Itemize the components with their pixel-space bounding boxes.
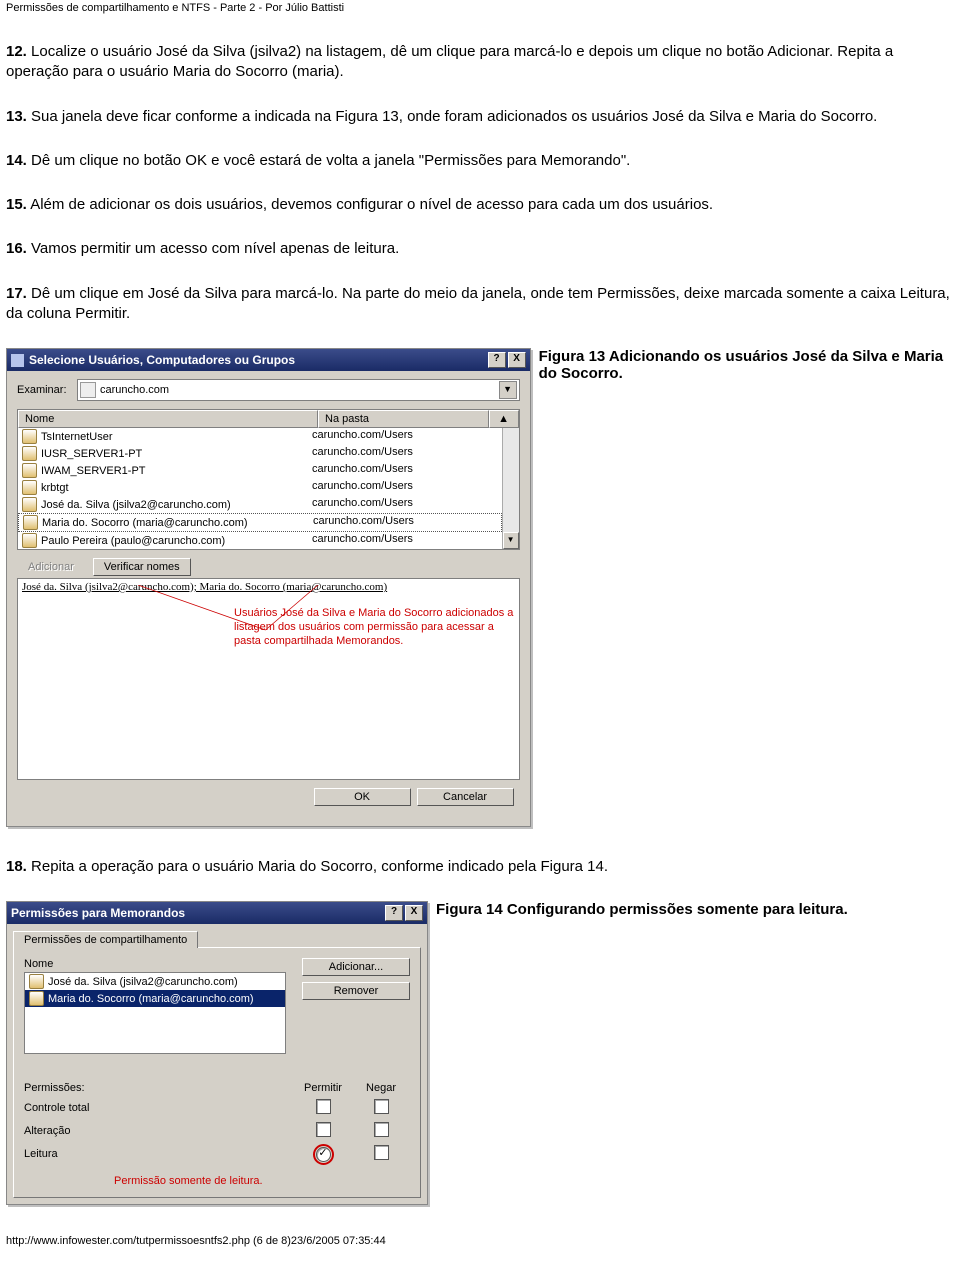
domain-icon xyxy=(80,382,96,398)
permissions-grid: Permissões: Permitir Negar Controle tota… xyxy=(24,1082,410,1163)
annotation-text: Permissão somente de leitura. xyxy=(114,1175,410,1187)
titlebar[interactable]: Permissões para Memorandos ? X xyxy=(7,902,427,924)
examinar-combo[interactable]: caruncho.com ▼ xyxy=(77,379,520,401)
deny-checkbox[interactable] xyxy=(374,1099,389,1114)
scroll-up-button[interactable]: ▲ xyxy=(489,410,519,428)
annotation-text: Usuários José da Silva e Maria do Socorr… xyxy=(234,607,519,648)
list-item[interactable]: José da. Silva (jsilva2@caruncho.com) xyxy=(25,973,285,990)
tab-share-permissions[interactable]: Permissões de compartilhamento xyxy=(13,931,198,948)
perm-row: Controle total xyxy=(24,1099,410,1117)
scroll-down-button[interactable]: ▼ xyxy=(503,532,519,549)
page-header: Permissões de compartilhamento e NTFS - … xyxy=(6,2,954,14)
col-nome: Nome xyxy=(24,958,286,970)
cancel-button[interactable]: Cancelar xyxy=(417,788,514,806)
examinar-label: Examinar: xyxy=(17,384,77,396)
help-button[interactable]: ? xyxy=(385,905,403,921)
permit-checkbox[interactable] xyxy=(316,1099,331,1114)
deny-checkbox[interactable] xyxy=(374,1122,389,1137)
selected-names-input[interactable]: José da. Silva (jsilva2@caruncho.com); M… xyxy=(18,579,519,595)
negar-header: Negar xyxy=(352,1082,410,1094)
examinar-value: caruncho.com xyxy=(100,384,499,396)
figure-13-caption: Figura 13 Adicionando os usuários José d… xyxy=(539,348,954,382)
adicionar-button: Adicionar xyxy=(17,558,85,576)
step-13: 13. Sua janela deve ficar conforme a ind… xyxy=(6,107,954,127)
chevron-down-icon[interactable]: ▼ xyxy=(499,381,517,399)
user-icon xyxy=(22,446,37,461)
dialog-title: Permissões para Memorandos xyxy=(11,906,185,920)
col-napasta[interactable]: Na pasta xyxy=(318,410,489,428)
user-icon xyxy=(29,991,44,1006)
list-item[interactable]: TsInternetUsercaruncho.com/Users xyxy=(18,428,502,445)
step-18: 18. Repita a operação para o usuário Mar… xyxy=(6,857,954,877)
perm-row: Leitura✓ xyxy=(24,1145,410,1163)
list-item[interactable]: Paulo Pereira (paulo@caruncho.com)carunc… xyxy=(18,532,502,549)
step-12: 12. Localize o usuário José da Silva (js… xyxy=(6,42,954,83)
user-icon xyxy=(22,533,37,548)
step-16: 16. Vamos permitir um acesso com nível a… xyxy=(6,239,954,259)
close-button[interactable]: X xyxy=(405,905,423,921)
dialog-select-users: Selecione Usuários, Computadores ou Grup… xyxy=(6,348,531,827)
perm-row: Alteração xyxy=(24,1122,410,1140)
step-17: 17. Dê um clique em José da Silva para m… xyxy=(6,284,954,325)
user-icon xyxy=(23,515,38,530)
list-item[interactable]: krbtgtcaruncho.com/Users xyxy=(18,479,502,496)
close-button[interactable]: X xyxy=(508,352,526,368)
permit-checkbox[interactable]: ✓ xyxy=(316,1147,331,1162)
remover-button[interactable]: Remover xyxy=(302,982,410,1000)
step-14: 14. Dê um clique no botão OK e você esta… xyxy=(6,151,954,171)
figure-14-caption: Figura 14 Configurando permissões soment… xyxy=(436,901,848,918)
list-item[interactable]: José da. Silva (jsilva2@caruncho.com)car… xyxy=(18,496,502,513)
user-icon xyxy=(22,429,37,444)
dialog-title: Selecione Usuários, Computadores ou Grup… xyxy=(29,353,295,367)
list-item[interactable]: Maria do. Socorro (maria@caruncho.com) xyxy=(25,990,285,1007)
user-icon xyxy=(29,974,44,989)
ok-button[interactable]: OK xyxy=(314,788,411,806)
col-nome[interactable]: Nome xyxy=(18,410,318,428)
titlebar[interactable]: Selecione Usuários, Computadores ou Grup… xyxy=(7,349,530,371)
verificar-nomes-button[interactable]: Verificar nomes xyxy=(93,558,191,576)
dialog-icon xyxy=(11,354,24,367)
adicionar-button[interactable]: Adicionar... xyxy=(302,958,410,976)
permitir-header: Permitir xyxy=(294,1082,352,1094)
user-listview[interactable]: Nome Na pasta ▲ TsInternetUsercaruncho.c… xyxy=(17,409,520,550)
page-footer: http://www.infowester.com/tutpermissoesn… xyxy=(6,1235,954,1247)
user-icon xyxy=(22,497,37,512)
names-listbox[interactable]: José da. Silva (jsilva2@caruncho.com)Mar… xyxy=(24,972,286,1054)
dialog-permissions: Permissões para Memorandos ? X Permissõe… xyxy=(6,901,428,1205)
list-item[interactable]: IWAM_SERVER1-PTcaruncho.com/Users xyxy=(18,462,502,479)
selected-names-area[interactable]: José da. Silva (jsilva2@caruncho.com); M… xyxy=(17,578,520,780)
help-button[interactable]: ? xyxy=(488,352,506,368)
user-icon xyxy=(22,480,37,495)
user-icon xyxy=(22,463,37,478)
list-item[interactable]: Maria do. Socorro (maria@caruncho.com)ca… xyxy=(18,513,502,532)
step-15: 15. Além de adicionar os dois usuários, … xyxy=(6,195,954,215)
vertical-scrollbar[interactable]: ▼ xyxy=(502,428,519,549)
list-item[interactable]: IUSR_SERVER1-PTcaruncho.com/Users xyxy=(18,445,502,462)
permissions-label: Permissões: xyxy=(24,1082,294,1094)
deny-checkbox[interactable] xyxy=(374,1145,389,1160)
permit-checkbox[interactable] xyxy=(316,1122,331,1137)
